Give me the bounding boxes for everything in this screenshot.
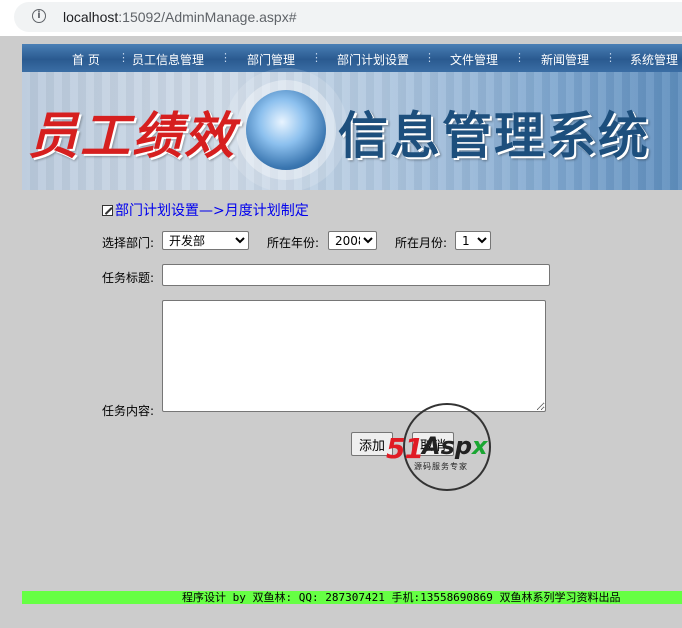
nav-separator: ⋮ [311, 51, 322, 64]
site-header: 首 页 ⋮ 员工信息管理 ⋮ 部门管理 ⋮ 部门计划设置 ⋮ 文件管理 ⋮ 新闻… [22, 44, 682, 190]
banner-image: 员工绩效 信息管理系统 [22, 72, 682, 190]
nav-item-news[interactable]: 新闻管理 [541, 51, 589, 68]
month-label: 所在月份: [395, 236, 448, 250]
nav-separator: ⋮ [514, 51, 525, 64]
browser-address-bar: i localhost:15092/AdminManage.aspx# [0, 0, 682, 36]
info-icon[interactable]: i [32, 9, 46, 23]
nav-separator: ⋮ [118, 51, 129, 64]
nav-separator: ⋮ [424, 51, 435, 64]
banner-orb-icon [246, 90, 326, 170]
banner-title-blue: 信息管理系统 [338, 106, 650, 165]
month-select[interactable]: 1 [455, 231, 491, 250]
banner-title-red: 员工绩效 [28, 106, 236, 165]
edit-icon [102, 205, 113, 216]
nav-separator: ⋮ [220, 51, 231, 64]
task-content-textarea[interactable] [162, 300, 546, 412]
nav-separator: ⋮ [605, 51, 616, 64]
nav-item-home[interactable]: 首 页 [72, 51, 100, 68]
watermark-tagline: 源码服务专家 [414, 462, 468, 471]
nav-item-department[interactable]: 部门管理 [247, 51, 295, 68]
nav-item-files[interactable]: 文件管理 [450, 51, 498, 68]
year-label: 所在年份: [267, 236, 320, 250]
footer-text: 程序设计 by 双鱼林: QQ: 287307421 手机:1355869086… [182, 591, 621, 604]
year-select[interactable]: 2008 [328, 231, 377, 250]
dept-label: 选择部门: [102, 236, 155, 250]
top-nav: 首 页 ⋮ 员工信息管理 ⋮ 部门管理 ⋮ 部门计划设置 ⋮ 文件管理 ⋮ 新闻… [22, 44, 682, 72]
url-host: localhost [63, 9, 119, 25]
task-content-label: 任务内容: [102, 404, 155, 418]
breadcrumb[interactable]: 部门计划设置—>月度计划制定 [102, 200, 309, 220]
footer-bar: 程序设计 by 双鱼林: QQ: 287307421 手机:1355869086… [22, 591, 682, 604]
url-text[interactable]: localhost:15092/AdminManage.aspx# [63, 9, 297, 25]
nav-item-system[interactable]: 系统管理 [630, 51, 678, 68]
dept-select[interactable]: 开发部 [162, 231, 249, 250]
watermark-x: x [472, 432, 488, 460]
task-title-label: 任务标题: [102, 271, 155, 285]
watermark-logo-aspx: Aspx [422, 432, 488, 460]
nav-item-employee[interactable]: 员工信息管理 [132, 51, 204, 68]
task-title-input[interactable] [162, 264, 550, 286]
nav-item-dept-plan[interactable]: 部门计划设置 [337, 51, 409, 68]
url-path: :15092/AdminManage.aspx# [118, 9, 297, 25]
url-field[interactable]: i localhost:15092/AdminManage.aspx# [14, 2, 682, 32]
watermark-asp: Asp [422, 432, 473, 460]
breadcrumb-text: 部门计划设置—>月度计划制定 [115, 203, 309, 219]
